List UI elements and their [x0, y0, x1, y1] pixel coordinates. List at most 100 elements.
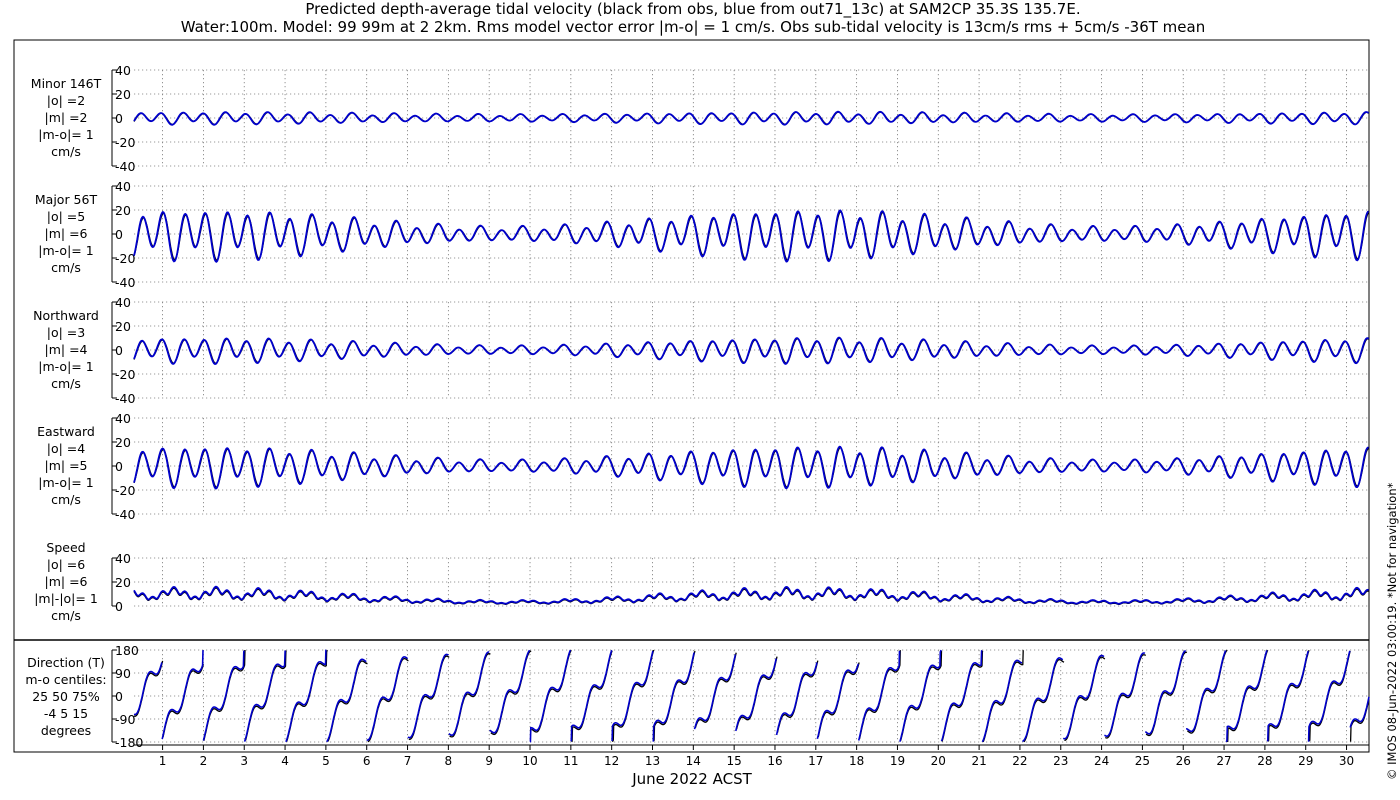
x-tick-label: 21 [971, 754, 986, 768]
y-tick-label: -20 [115, 135, 135, 150]
panel-label: Minor 146T |o| =2 |m| =2 |m-o|= 1 cm/s [31, 76, 102, 159]
y-tick-label: 40 [115, 411, 131, 426]
panel-label-line: |m| =5 [45, 458, 88, 473]
x-tick-label: 18 [849, 754, 864, 768]
y-tick-label: 90 [115, 666, 131, 681]
x-tick-label: 10 [522, 754, 537, 768]
panel-label-line: cm/s [51, 260, 81, 275]
y-tick-label: -40 [115, 159, 135, 174]
panel-label-line: |m| =6 [45, 226, 88, 241]
y-tick-label: 20 [115, 435, 131, 450]
x-tick-label: 8 [445, 754, 453, 768]
panel-label: Speed |o| =6 |m| =6 |m|-|o|= 1 cm/s [34, 540, 98, 623]
panel-label-line: |o| =5 [47, 209, 85, 224]
panel-major: 40 20 0 -20 -40 Major 56T |o| =5 |m| =6 |m-o|= 1… [35, 179, 1370, 290]
panel-label-line: Northward [33, 308, 99, 323]
panel-north: 40 20 0 -20 -40 Northward |o| =3 |m| =4 |m-o|= 1… [33, 295, 1370, 406]
panel-label-line: -4 5 15 [44, 706, 88, 721]
y-tick-label: 180 [115, 643, 139, 658]
x-tick-label: 9 [485, 754, 493, 768]
x-tick-label: 15 [727, 754, 742, 768]
x-tick-label: 7 [404, 754, 412, 768]
y-tick-label: 20 [115, 203, 131, 218]
x-tick-label: 12 [604, 754, 619, 768]
y-tick-label: -20 [115, 251, 135, 266]
y-tick-label: 20 [115, 575, 131, 590]
panel-label: Northward |o| =3 |m| =4 |m-o|= 1 cm/s [33, 308, 99, 391]
x-tick-label: 4 [281, 754, 289, 768]
y-tick-label: -20 [115, 483, 135, 498]
y-tick-label: -90 [115, 712, 135, 727]
y-tick-label: -40 [115, 275, 135, 290]
panel-label-line: Major 56T [35, 192, 98, 207]
panel-label-line: m-o centiles: [25, 672, 106, 687]
y-tick-label: 0 [115, 227, 123, 242]
x-axis: 1 2 3 4 5 6 7 8 9 10 11 12 13 14 15 16 17 18 19 20 21 22 23 24 2… [134, 744, 1369, 768]
y-tick-label: -180 [115, 735, 143, 750]
panel-speed: 40 20 0 Speed |o| =6 |m| =6 |m|-|o|= 1 cm/s [34, 540, 1369, 623]
panels: 40 20 0 -20 -40 Minor 146T |o| =2 |m| =2 |m-o|= … [25, 63, 1370, 750]
panel-label-line: |m| =4 [45, 342, 88, 357]
y-tick-label: 0 [115, 111, 123, 126]
x-axis-label: June 2022 ACST [631, 770, 752, 788]
y-tick-label: 20 [115, 319, 131, 334]
x-tick-label: 3 [240, 754, 248, 768]
x-tick-label: 14 [686, 754, 701, 768]
x-tick-label: 26 [1176, 754, 1191, 768]
x-tick-label: 17 [808, 754, 823, 768]
x-tick-label: 1 [159, 754, 167, 768]
x-tick-label: 11 [563, 754, 578, 768]
x-tick-label: 29 [1298, 754, 1313, 768]
panel-label-line: |o| =3 [47, 325, 85, 340]
panel-label-line: |o| =6 [47, 557, 86, 572]
x-tick-label: 13 [645, 754, 660, 768]
panel-label: Eastward |o| =4 |m| =5 |m-o|= 1 cm/s [37, 424, 95, 507]
panel-label-line: |m|-|o|= 1 [34, 591, 98, 606]
panel-label-line: |m-o|= 1 [38, 359, 93, 374]
x-tick-label: 19 [890, 754, 905, 768]
panel-label-line: Direction (T) [27, 655, 105, 670]
y-tick-label: -40 [115, 507, 135, 522]
panel-label-line: Eastward [37, 424, 95, 439]
x-tick-label: 22 [1012, 754, 1027, 768]
series-model [133, 585, 1369, 605]
y-tick-label: 40 [115, 63, 131, 78]
x-tick-label: 2 [200, 754, 208, 768]
panel-label-line: |m| =6 [45, 574, 88, 589]
y-tick-label: 0 [115, 599, 123, 614]
x-tick-label: 20 [931, 754, 946, 768]
panel-label-line: |o| =4 [47, 441, 86, 456]
y-tick-label: 0 [115, 689, 123, 704]
tidal-velocity-figure: 40200-20-40Minor 146T |o| =2 |m| =2 |m-o|= … [13, 39, 1370, 788]
series-obs [133, 649, 1370, 743]
panel-label-line: |m-o|= 1 [38, 127, 93, 142]
x-tick-label: 25 [1135, 754, 1150, 768]
panel-label-line: cm/s [51, 492, 81, 507]
x-tick-label: 16 [767, 754, 782, 768]
figure-border [13, 39, 1370, 753]
x-tick-label: 5 [322, 754, 330, 768]
panel-label: Major 56T |o| =5 |m| =6 |m-o|= 1 cm/s [35, 192, 98, 275]
panel-label-line: 25 50 75% [32, 689, 100, 704]
panel-label-line: degrees [41, 723, 91, 738]
y-tick-label: 0 [115, 343, 123, 358]
y-tick-label: 40 [115, 295, 131, 310]
panel-label-line: |m-o|= 1 [38, 243, 93, 258]
panel-label-line: |m| =2 [45, 110, 88, 125]
panel-label-line: |o| =2 [47, 93, 85, 108]
panel-label-line: Speed [46, 540, 85, 555]
panel-direction: 180 90 0 -90 -180 Direction (T) m-o centiles: 2… [25, 643, 1370, 750]
y-tick-label: -40 [115, 391, 135, 406]
x-tick-label: 28 [1257, 754, 1272, 768]
x-tick-label: 30 [1339, 754, 1354, 768]
panel-label-line: cm/s [51, 144, 81, 159]
panel-label-line: Minor 146T [31, 76, 102, 91]
x-tick-label: 24 [1094, 754, 1109, 768]
y-tick-label: 40 [115, 551, 131, 566]
panel-label-line: cm/s [51, 376, 81, 391]
copyright-note: © IMOS 08-Jun-2022 03:00:19. *Not for na… [1385, 482, 1399, 780]
panel-minor: 40 20 0 -20 -40 Minor 146T |o| =2 |m| =2 |m-o|= … [31, 63, 1370, 174]
y-tick-label: -20 [115, 367, 135, 382]
x-tick-label: 27 [1216, 754, 1231, 768]
panel-label-line: |m-o|= 1 [38, 475, 93, 490]
